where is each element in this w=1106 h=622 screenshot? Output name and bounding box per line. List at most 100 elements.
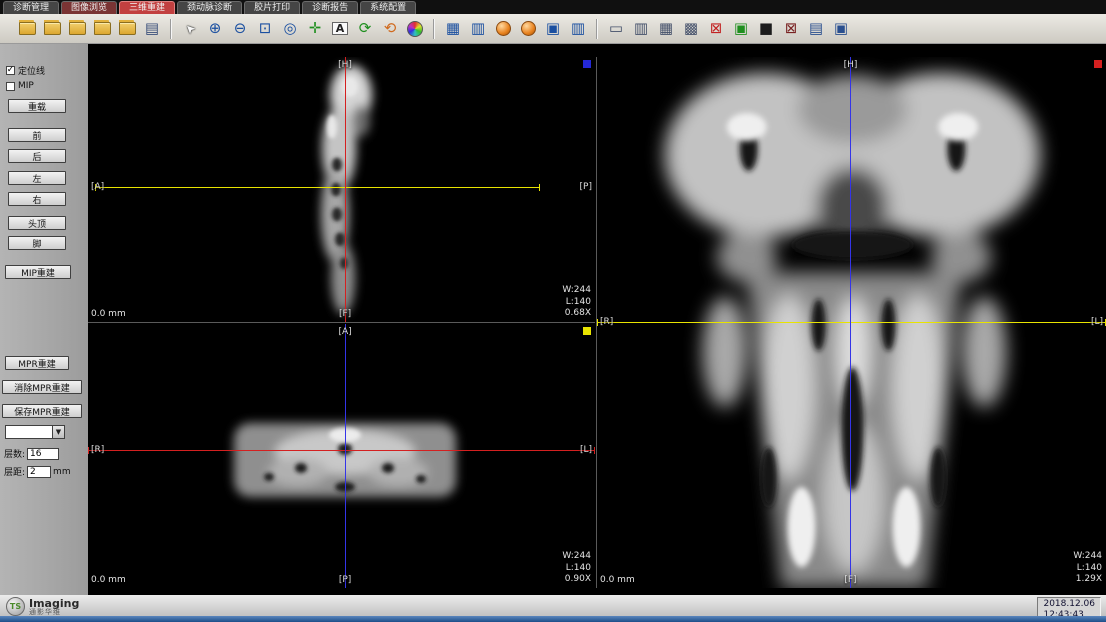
dual-view-icon[interactable]: ▥ <box>567 18 589 40</box>
slice-gap-input[interactable] <box>27 466 51 478</box>
view-front-button[interactable]: 前 <box>8 128 66 142</box>
refresh-tool-icon[interactable]: ⟳ <box>354 18 376 40</box>
view-foot-button[interactable]: 脚 <box>8 236 66 250</box>
layout-3x3-icon[interactable]: ▩ <box>680 18 702 40</box>
mip-label: MIP <box>18 81 34 91</box>
viewport-coronal[interactable]: [H] [R] [L] [F] W:244 L:140 1.29X 0.0 mm <box>596 57 1106 588</box>
mpr-rebuild-button[interactable]: MPR重建 <box>5 356 69 370</box>
position-readout: 0.0 mm <box>91 309 126 319</box>
chevron-down-icon[interactable]: ▼ <box>52 426 64 438</box>
pan-tool-icon[interactable]: ✛ <box>304 18 326 40</box>
worklist-board-icon[interactable]: ▤ <box>141 18 163 40</box>
viewport-color-marker <box>1093 59 1103 69</box>
save-mpr-button[interactable]: 保存MPR重建 <box>2 404 82 418</box>
mip-rebuild-button[interactable]: MIP重建 <box>5 265 71 279</box>
orientation-label-bottom: [P] <box>339 575 351 585</box>
sagittal-plane-line[interactable] <box>345 324 346 588</box>
menu-bar: 诊断管理 图像浏览 三维重建 颈动脉诊断 胶片打印 诊断报告 系统配置 <box>0 0 1106 14</box>
slice-gap-label: 层距: <box>4 465 25 478</box>
mpr-workstation-window: 诊断管理 图像浏览 三维重建 颈动脉诊断 胶片打印 诊断报告 系统配置 × ▤➤… <box>0 0 1106 622</box>
brand-subtitle: 通影华维 <box>29 609 79 616</box>
zoom-out-tool-icon[interactable]: ⊖ <box>229 18 251 40</box>
axial-plane-line[interactable] <box>95 187 540 188</box>
remove-screen-icon[interactable]: ⊠ <box>780 18 802 40</box>
tab-diagnosis-management[interactable]: 诊断管理 <box>3 1 59 14</box>
cine-view-icon[interactable]: ▣ <box>542 18 564 40</box>
zoom-region-tool-icon[interactable]: ⊡ <box>254 18 276 40</box>
tab-carotid-diagnosis[interactable]: 颈动脉诊断 <box>177 1 242 14</box>
blank-screen-icon[interactable]: ■ <box>755 18 777 40</box>
save-image-folder-icon[interactable] <box>66 18 88 40</box>
layout-1x2-icon[interactable]: ▥ <box>630 18 652 40</box>
window-level-readout: W:244 L:140 0.68X <box>562 285 591 319</box>
orientation-label-left: [R] <box>91 445 104 455</box>
view-back-button[interactable]: 后 <box>8 149 66 163</box>
axial-plane-line[interactable] <box>597 322 1106 323</box>
viewport-sagittal[interactable]: [H] [A] [P] [F] W:244 L:140 0.68X 0.0 mm <box>88 57 595 323</box>
open-local-folder-icon[interactable] <box>41 18 63 40</box>
orientation-label-bottom: [F] <box>844 575 856 585</box>
view-head-button[interactable]: 头顶 <box>8 216 66 230</box>
toolbar-separator <box>433 19 435 39</box>
control-sidebar: ✓ 定位线 MIP 重载 前 后 左 右 头顶 脚 MIP重建 MPR重建 消除… <box>0 44 88 595</box>
tab-film-print[interactable]: 胶片打印 <box>244 1 300 14</box>
mip-checkbox[interactable] <box>6 82 15 91</box>
clear-mpr-button[interactable]: 消除MPR重建 <box>2 380 82 394</box>
mip-sphere-icon[interactable] <box>492 18 514 40</box>
layout-1x1-icon[interactable]: ▭ <box>605 18 627 40</box>
orientation-label-bottom: [F] <box>339 309 351 319</box>
layout-2x2-icon[interactable]: ▦ <box>655 18 677 40</box>
tab-system-config[interactable]: 系统配置 <box>360 1 416 14</box>
coronal-plane-line[interactable] <box>345 57 346 322</box>
slice-count-input[interactable] <box>27 448 59 460</box>
orientation-label-left: [A] <box>91 182 104 192</box>
localizer-label: 定位线 <box>18 64 45 77</box>
film-strip-icon[interactable]: ▤ <box>805 18 827 40</box>
magnifier-tool-icon[interactable]: ◎ <box>279 18 301 40</box>
orientation-label-top: [H] <box>844 60 858 70</box>
orientation-label-right: [L] <box>1091 317 1103 327</box>
slice-count-label: 层数: <box>4 447 25 460</box>
coronal-plane-line[interactable] <box>88 450 595 451</box>
brand-name: Imaging <box>29 598 79 609</box>
orientation-label-left: [R] <box>600 317 613 327</box>
viewport-axial[interactable]: [A] [R] [L] [P] W:244 L:140 0.90X 0.0 mm <box>88 324 595 588</box>
export-folder-icon[interactable] <box>116 18 138 40</box>
view-left-button[interactable]: 左 <box>8 171 66 185</box>
app-logo: TS <box>6 597 25 616</box>
status-date: 2018.12.06 <box>1043 599 1095 610</box>
toolbar: ▤➤⊕⊖⊡◎✛A⟳⟲▦▥▣▥▭▥▦▩⊠▣■⊠▤▣ <box>0 14 1106 44</box>
toolbar-separator <box>596 19 598 39</box>
localizer-checkbox[interactable]: ✓ <box>6 66 15 75</box>
mip-checkbox-row[interactable]: MIP <box>6 81 34 91</box>
tab-diagnosis-report[interactable]: 诊断报告 <box>302 1 358 14</box>
monitor-icon[interactable]: ▣ <box>830 18 852 40</box>
mpr-series-select-value <box>6 426 52 438</box>
annotation-text-icon[interactable]: A <box>329 18 351 40</box>
brand-block: TS Imaging 通影华维 <box>6 597 79 616</box>
main-area: ✓ 定位线 MIP 重载 前 后 左 右 头顶 脚 MIP重建 MPR重建 消除… <box>0 44 1106 595</box>
window-level-readout: W:244 L:140 0.90X <box>562 551 591 585</box>
rotate-tool-icon[interactable]: ⟲ <box>379 18 401 40</box>
grid-layout-icon[interactable]: ▥ <box>467 18 489 40</box>
pointer-tool-icon[interactable]: ➤ <box>179 18 201 40</box>
mpr-series-select[interactable]: ▼ <box>5 425 65 439</box>
tab-3d-reconstruction[interactable]: 三维重建 <box>119 1 175 14</box>
color-wheel-icon[interactable] <box>404 18 426 40</box>
localizer-checkbox-row[interactable]: ✓ 定位线 <box>6 64 45 77</box>
reload-button[interactable]: 重载 <box>8 99 66 113</box>
sagittal-plane-line[interactable] <box>850 57 851 588</box>
localizer-layout-icon[interactable]: ▦ <box>442 18 464 40</box>
viewport-color-marker <box>582 326 592 336</box>
open-study-folder-icon[interactable] <box>16 18 38 40</box>
close-image-icon[interactable]: ⊠ <box>705 18 727 40</box>
orientation-label-top: [A] <box>338 327 351 337</box>
view-right-button[interactable]: 右 <box>8 192 66 206</box>
toolbar-separator <box>170 19 172 39</box>
orientation-label-right: [P] <box>580 182 592 192</box>
fullscreen-green-icon[interactable]: ▣ <box>730 18 752 40</box>
import-folder-icon[interactable] <box>91 18 113 40</box>
tab-image-browse[interactable]: 图像浏览 <box>61 1 117 14</box>
vr-sphere-icon[interactable] <box>517 18 539 40</box>
zoom-in-tool-icon[interactable]: ⊕ <box>204 18 226 40</box>
